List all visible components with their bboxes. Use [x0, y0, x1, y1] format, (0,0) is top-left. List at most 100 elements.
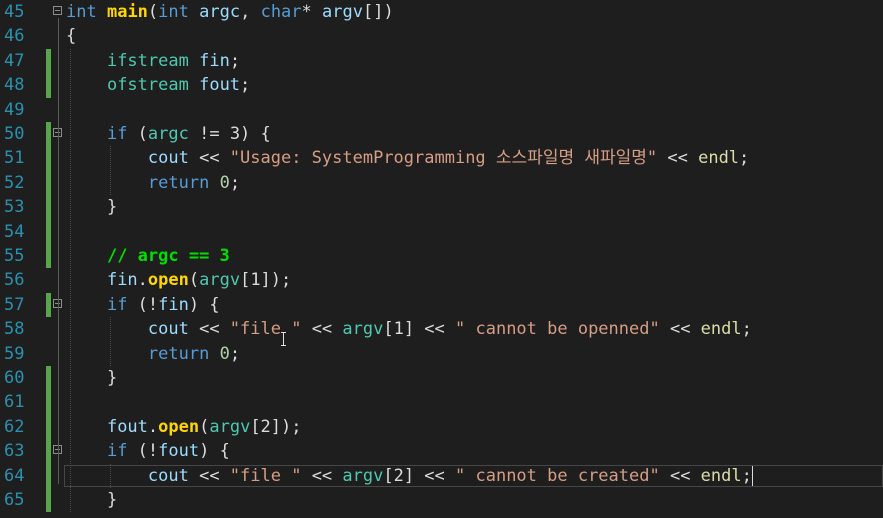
code-line[interactable]: 60 }: [0, 366, 883, 391]
code-line[interactable]: 48 ofstream fout;: [0, 73, 883, 98]
code-line[interactable]: 47 ifstream fin;: [0, 48, 883, 74]
line-number: 47: [4, 50, 25, 71]
line-number: 60: [4, 368, 25, 388]
code-token: <<: [657, 148, 699, 169]
code-token: int: [158, 2, 189, 22]
code-text: fout.open(argv[2]);: [66, 415, 302, 439]
code-line[interactable]: 59 return 0;: [0, 342, 883, 366]
code-line[interactable]: 49: [0, 98, 883, 122]
code-text: int main(int argc, char* argv[]): [66, 0, 394, 24]
code-token: }: [66, 368, 118, 388]
code-token: <<: [659, 319, 701, 340]
code-token: }: [66, 490, 118, 510]
code-line[interactable]: 56 fin.open(argv[1]);: [0, 268, 883, 292]
code-token: ofstream: [106, 75, 189, 96]
code-token: argv: [322, 2, 363, 22]
line-number: 54: [4, 221, 25, 242]
code-text: fin.open(argv[1]);: [66, 268, 291, 292]
code-token: endl: [700, 319, 742, 340]
code-token: if: [106, 124, 128, 144]
code-token: argc: [199, 2, 241, 22]
line-number: 56: [4, 270, 25, 291]
code-token: return: [147, 343, 210, 364]
code-token: return: [147, 172, 210, 193]
code-token: argv: [209, 416, 251, 437]
code-token: fin: [199, 50, 230, 71]
code-token: fin: [106, 270, 138, 291]
code-line[interactable]: 46 {: [0, 24, 883, 48]
code-text: cout << "Usage: SystemProgramming 소스파일명 …: [66, 146, 749, 170]
collapse-icon[interactable]: [53, 6, 62, 15]
line-number: 58: [4, 319, 25, 340]
change-indicator: [46, 414, 51, 440]
code-line[interactable]: 62 fout.open(argv[2]);: [0, 414, 883, 440]
code-line[interactable]: 52 return 0;: [0, 170, 883, 196]
line-number: 50: [4, 124, 25, 144]
code-token: ,: [240, 2, 261, 22]
code-text: if (!fin) {: [66, 293, 220, 317]
code-line[interactable]: 57 if (!fin) {: [0, 292, 883, 318]
code-line[interactable]: 54: [0, 219, 883, 244]
code-token: 0: [219, 343, 230, 364]
code-line[interactable]: 63 if (!fout) {: [0, 439, 883, 464]
code-token: argc: [147, 124, 189, 144]
code-text: // argc == 3: [66, 244, 230, 268]
code-token: fout: [158, 441, 200, 462]
code-line[interactable]: 51 cout << "Usage: SystemProgramming 소스파…: [0, 146, 883, 171]
code-token: [2]);: [250, 416, 302, 437]
change-indicator: [46, 73, 51, 98]
code-line[interactable]: 61: [0, 390, 883, 415]
code-token: .: [147, 416, 159, 437]
change-indicator: [46, 219, 51, 244]
code-editor[interactable]: 45 int main(int argc, char* argv[]) 46{47 …: [0, 0, 883, 518]
code-token: main: [106, 2, 148, 22]
code-token: <<: [188, 319, 230, 340]
code-token: open: [147, 270, 189, 291]
code-text: ifstream fin;: [66, 49, 240, 73]
fold-guide-line: [58, 286, 59, 362]
code-token: fout: [106, 416, 148, 437]
code-token: // argc == 3: [106, 246, 230, 266]
code-token: 0: [219, 172, 230, 193]
line-number: 52: [4, 172, 25, 193]
code-token: cout: [147, 148, 189, 169]
line-number: 62: [4, 416, 25, 437]
line-number: 64: [4, 465, 25, 486]
code-token: ;: [229, 50, 241, 71]
change-indicator: [46, 366, 51, 391]
code-line[interactable]: 55 // argc == 3: [0, 244, 883, 269]
change-indicator: [46, 439, 51, 464]
indent-guide: [110, 146, 112, 196]
ibeam-cursor-icon: [281, 332, 287, 346]
code-token: <<: [188, 148, 230, 169]
code-line[interactable]: 53 }: [0, 195, 883, 220]
code-token: (!: [127, 441, 159, 462]
code-line[interactable]: 45 int main(int argc, char* argv[]): [0, 0, 883, 24]
code-text: cout << "file " << argv[1] << " cannot b…: [66, 317, 752, 341]
change-indicator: [46, 390, 51, 415]
code-token: ;: [739, 148, 750, 169]
code-token: (: [188, 270, 200, 291]
line-number: 49: [4, 99, 25, 120]
code-text: ofstream fout;: [66, 73, 250, 97]
code-token: fin: [158, 294, 189, 315]
line-number: 55: [4, 246, 25, 266]
code-text: return 0;: [66, 342, 240, 366]
code-token: if: [106, 441, 128, 462]
change-indicator: [46, 146, 51, 171]
indent-guide: [110, 463, 112, 488]
indent-guide: [110, 317, 112, 366]
code-line[interactable]: 58 cout << "file " << argv[1] << " canno…: [0, 317, 883, 341]
code-line[interactable]: 65 }: [0, 488, 883, 513]
code-line[interactable]: 50 if (argc != 3) {: [0, 122, 883, 147]
